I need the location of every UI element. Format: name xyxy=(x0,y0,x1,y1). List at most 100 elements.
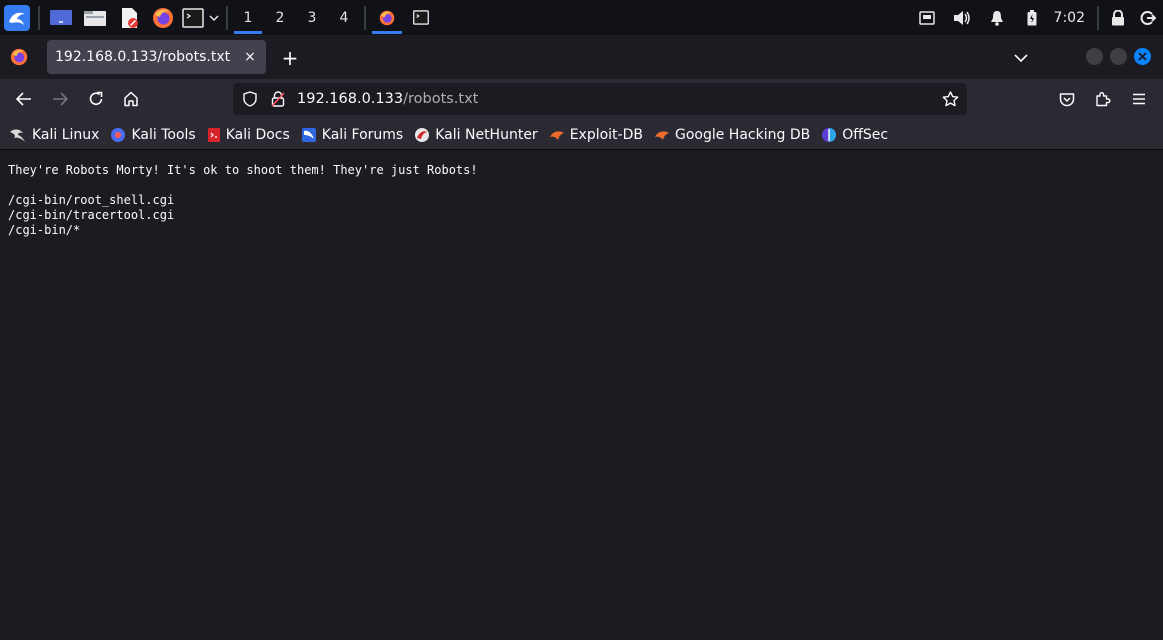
firefox-task[interactable] xyxy=(370,0,404,35)
notifications-indicator[interactable] xyxy=(980,0,1015,35)
minimize-button[interactable] xyxy=(1086,48,1103,65)
terminal-icon xyxy=(182,7,204,28)
robots-txt-text: They're Robots Morty! It's ok to shoot t… xyxy=(0,151,1163,250)
taskbar-separator xyxy=(364,5,366,30)
bookmark-label: Google Hacking DB xyxy=(674,126,811,143)
forward-button[interactable] xyxy=(45,84,75,114)
text-editor-launcher[interactable] xyxy=(112,0,146,35)
kali-docs-icon xyxy=(207,127,220,142)
kali-menu-button[interactable] xyxy=(0,0,34,35)
bookmark-offsec[interactable]: OffSec xyxy=(821,127,888,143)
bookmark-label: Kali Linux xyxy=(32,126,100,143)
tab-close-button[interactable]: × xyxy=(238,45,262,69)
address-bar[interactable]: 192.168.0.133/robots.txt xyxy=(233,83,967,115)
bookmark-label: Kali Docs xyxy=(225,126,290,143)
battery-charging-icon xyxy=(1027,9,1037,25)
bell-icon xyxy=(991,10,1004,26)
app-menu-button[interactable] xyxy=(1124,84,1154,114)
kali-tools-icon xyxy=(111,127,126,142)
power-indicator[interactable] xyxy=(1015,0,1050,35)
text-line: /cgi-bin/tracertool.cgi xyxy=(8,208,175,222)
maximize-button[interactable] xyxy=(1110,48,1127,65)
logout-button[interactable] xyxy=(1133,0,1163,35)
workspace-4[interactable]: 4 xyxy=(328,0,360,35)
close-icon xyxy=(1138,52,1147,61)
terminal-launcher[interactable] xyxy=(180,0,206,35)
page-content: They're Robots Morty! It's ok to shoot t… xyxy=(0,151,1163,640)
hamburger-menu-icon xyxy=(1133,93,1145,105)
bookmark-kali-nethunter[interactable]: Kali NetHunter xyxy=(414,126,538,143)
workspace-2[interactable]: 2 xyxy=(264,0,296,35)
ghdb-icon xyxy=(654,130,669,140)
bookmark-google-hacking-db[interactable]: Google Hacking DB xyxy=(654,127,810,143)
star-icon xyxy=(942,91,958,107)
clock[interactable]: 7:02 xyxy=(1050,10,1093,26)
tracking-protection-button[interactable] xyxy=(235,91,265,107)
desktop-icon xyxy=(50,9,72,25)
network-indicator[interactable] xyxy=(910,0,945,35)
bookmark-exploit-db[interactable]: Exploit-DB xyxy=(549,127,643,143)
firefox-icon xyxy=(153,7,173,28)
puzzle-icon xyxy=(1096,92,1111,107)
volume-indicator[interactable] xyxy=(945,0,980,35)
network-icon xyxy=(919,10,935,25)
bookmarks-toolbar: Kali Linux Kali Tools Kali Docs Kali For… xyxy=(0,120,1163,150)
tab-title: 192.168.0.133/robots.txt xyxy=(55,49,231,65)
bookmark-kali-tools[interactable]: Kali Tools xyxy=(110,126,196,143)
bookmark-label: Kali NetHunter xyxy=(435,126,538,143)
bookmark-kali-docs[interactable]: Kali Docs xyxy=(207,127,290,143)
firefox-launcher[interactable] xyxy=(146,0,180,35)
bookmark-kali-linux[interactable]: Kali Linux xyxy=(9,127,99,143)
pocket-button[interactable] xyxy=(1052,84,1082,114)
window-close-button[interactable] xyxy=(1134,48,1151,65)
list-all-tabs-button[interactable] xyxy=(1008,45,1034,71)
bookmark-label: OffSec xyxy=(842,126,889,143)
logout-icon xyxy=(1140,10,1156,25)
site-info-button[interactable] xyxy=(265,91,291,107)
text-editor-icon xyxy=(122,7,138,28)
volume-icon xyxy=(954,10,970,25)
terminal-task[interactable] xyxy=(404,0,438,35)
workspace-1[interactable]: 1 xyxy=(232,0,264,35)
bookmark-label: Kali Tools xyxy=(131,126,196,143)
arrow-right-icon xyxy=(53,92,68,106)
chevron-down-icon xyxy=(1014,53,1028,62)
arrow-left-icon xyxy=(16,92,31,106)
taskbar-separator xyxy=(226,5,228,30)
firefox-view-button[interactable] xyxy=(9,47,29,67)
firefox-icon xyxy=(379,10,395,25)
file-manager-launcher[interactable] xyxy=(78,0,112,35)
bookmark-star-button[interactable] xyxy=(939,88,961,110)
launcher-dropdown[interactable] xyxy=(206,0,222,35)
insecure-lock-icon xyxy=(271,91,285,107)
url-host: 192.168.0.133 xyxy=(297,91,404,107)
kali-dragon-icon xyxy=(10,128,25,142)
bookmark-kali-forums[interactable]: Kali Forums xyxy=(301,127,403,143)
bookmark-label: Exploit-DB xyxy=(569,126,643,143)
pocket-icon xyxy=(1059,92,1075,106)
text-line: They're Robots Morty! It's ok to shoot t… xyxy=(8,163,478,177)
url-text[interactable]: 192.168.0.133/robots.txt xyxy=(297,91,478,107)
offsec-icon xyxy=(822,127,837,142)
url-path: /robots.txt xyxy=(403,91,479,107)
navigation-toolbar: 192.168.0.133/robots.txt xyxy=(0,79,1163,120)
extensions-button[interactable] xyxy=(1088,84,1118,114)
chevron-down-icon xyxy=(209,14,219,21)
system-tray: 7:02 xyxy=(910,0,1163,35)
taskbar-separator xyxy=(1097,5,1099,30)
show-desktop-button[interactable] xyxy=(44,0,78,35)
taskbar: 1 2 3 4 7:02 xyxy=(0,0,1163,35)
reload-button[interactable] xyxy=(81,84,111,114)
firefox-icon xyxy=(10,48,28,66)
new-tab-button[interactable]: + xyxy=(277,45,303,71)
plus-icon: + xyxy=(281,46,299,70)
exploit-db-icon xyxy=(549,130,564,140)
back-button[interactable] xyxy=(9,84,39,114)
bookmark-label: Kali Forums xyxy=(321,126,404,143)
home-button[interactable] xyxy=(116,84,146,114)
terminal-icon xyxy=(413,10,429,25)
workspace-3[interactable]: 3 xyxy=(296,0,328,35)
lock-screen-button[interactable] xyxy=(1103,0,1133,35)
text-line: /cgi-bin/* xyxy=(8,223,81,237)
tab-robots-txt[interactable]: 192.168.0.133/robots.txt × xyxy=(47,40,266,74)
